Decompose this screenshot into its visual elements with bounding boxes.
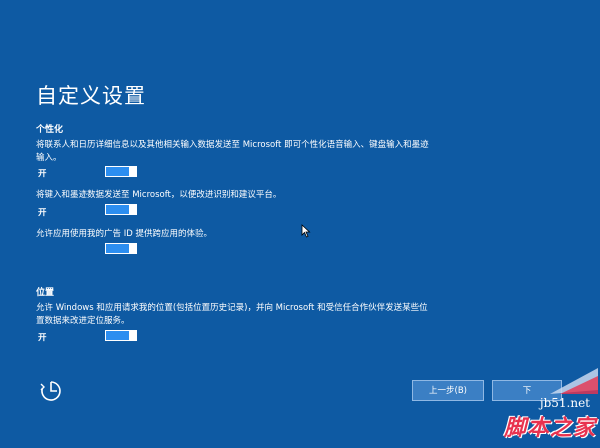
ease-of-access-icon[interactable] bbox=[38, 378, 64, 404]
setting-description-advertising-id: 允许应用使用我的广告 ID 提供跨应用的体验。 bbox=[36, 229, 212, 239]
watermark-url: jb51.net bbox=[539, 396, 590, 410]
toggle-knob bbox=[129, 205, 136, 214]
toggle-knob bbox=[129, 331, 136, 340]
mouse-cursor-icon bbox=[301, 224, 311, 238]
setting-description-voice-input: 将联系人和日历详细信息以及其他相关输入数据发送至 Microsoft 即可个性化… bbox=[36, 140, 429, 163]
toggle-knob bbox=[129, 167, 136, 176]
setting-description-location: 允许 Windows 和应用请求我的位置(包括位置历史记录)，并向 Micros… bbox=[36, 303, 428, 326]
setting-state-voice-input: 开 bbox=[38, 169, 47, 179]
toggle-location[interactable] bbox=[105, 330, 137, 341]
toggle-advertising-id[interactable] bbox=[105, 243, 137, 254]
setting-state-typing-data: 开 bbox=[38, 208, 47, 218]
page-title: 自定义设置 bbox=[36, 84, 146, 108]
watermark-logo: 脚本之家 bbox=[503, 416, 596, 441]
watermark: jb51.net 脚本之家 bbox=[440, 368, 600, 448]
setting-description-typing-data: 将键入和墨迹数据发送至 Microsoft，以便改进识别和建议平台。 bbox=[36, 190, 282, 200]
section-heading-personalization: 个性化 bbox=[36, 125, 64, 135]
setting-state-location: 开 bbox=[38, 333, 47, 343]
toggle-knob bbox=[129, 244, 136, 253]
section-heading-location: 位置 bbox=[36, 288, 55, 298]
watermark-flag-icon bbox=[550, 368, 598, 394]
toggle-voice-input[interactable] bbox=[105, 166, 137, 177]
toggle-typing-data[interactable] bbox=[105, 204, 137, 215]
